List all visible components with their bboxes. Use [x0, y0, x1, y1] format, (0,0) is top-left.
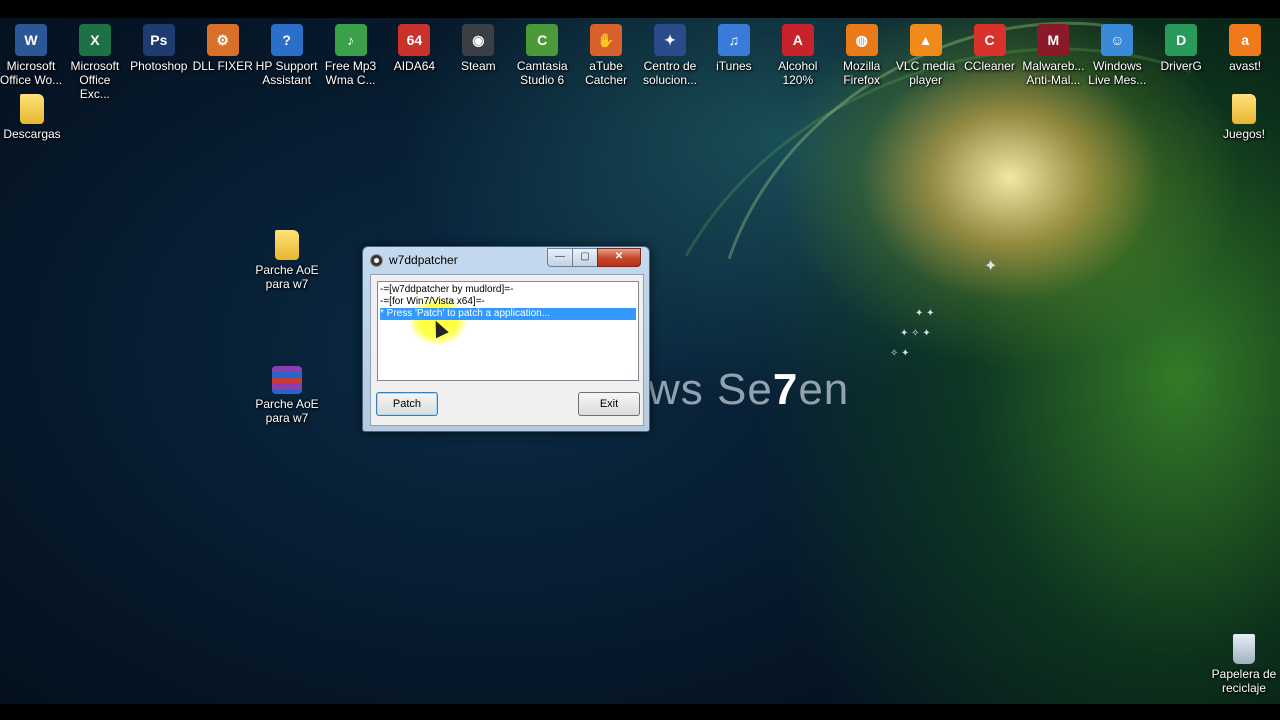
desktop-icon-label: AIDA64 — [393, 59, 436, 73]
title-bar[interactable]: w7ddpatcher — ▢ ✕ — [363, 247, 649, 273]
live-messenger-icon: ☺ — [1101, 24, 1134, 56]
desktop-icon-label: Centro de solucion... — [642, 59, 698, 87]
maximize-button[interactable]: ▢ — [572, 248, 598, 267]
desktop-icon[interactable]: ? HP Support Assistant — [255, 24, 319, 87]
desktop-icon[interactable]: A Alcohol 120% — [766, 24, 830, 87]
desktop-icon[interactable]: D DriverG — [1149, 24, 1213, 73]
desktop-icon-parche-folder[interactable]: Parche AoE para w7 — [255, 230, 319, 291]
desktop-icon[interactable]: ♪ Free Mp3 Wma C... — [319, 24, 383, 87]
desktop-icon-label: VLC media player — [895, 59, 956, 87]
desktop-icon-label: Windows Live Mes... — [1088, 59, 1147, 87]
desktop-icon[interactable]: ☺ Windows Live Mes... — [1085, 24, 1149, 87]
window-client-area: -=[w7ddpatcher by mudlord]=- -=[for Win7… — [370, 274, 644, 426]
desktop-icon-label: Microsoft Office Wo... — [0, 59, 63, 87]
dll-fixer-icon: ⚙ — [206, 24, 239, 56]
close-button[interactable]: ✕ — [597, 248, 641, 267]
desktop-icon-recycle-bin[interactable]: Papelera de reciclaje — [1208, 634, 1280, 695]
desktop-icon[interactable]: ▲ VLC media player — [894, 24, 958, 87]
desktop-icon-label: Free Mp3 Wma C... — [324, 59, 377, 87]
desktop-icon-label: Microsoft Office Exc... — [70, 59, 120, 101]
exit-button[interactable]: Exit — [578, 392, 640, 416]
desktop-icon[interactable]: ◍ Mozilla Firefox — [830, 24, 894, 87]
excel-icon: X — [78, 24, 111, 56]
log-line-selected[interactable]: * Press 'Patch' to patch a application..… — [380, 308, 636, 320]
steam-icon: ◉ — [462, 24, 495, 56]
vlc-icon: ▲ — [909, 24, 942, 56]
avast-icon: a — [1229, 24, 1262, 56]
desktop-icon-descargas[interactable]: Descargas — [0, 94, 64, 141]
patch-button[interactable]: Patch — [376, 392, 438, 416]
desktop-icon-label: DLL FIXER — [192, 59, 253, 73]
wallpaper-sparkle: ✦ ✧ ✦ — [900, 328, 931, 339]
solutions-center-icon: ✦ — [654, 24, 686, 56]
desktop-icon-label: Mozilla Firefox — [843, 59, 881, 87]
desktop-icon-label: DriverG — [1160, 59, 1202, 73]
desktop-icon-label: HP Support Assistant — [255, 59, 318, 87]
desktop-icon-label: Photoshop — [130, 59, 188, 73]
wallpaper-sparkle: ✦ — [984, 258, 998, 275]
desktop-icon[interactable]: ◉ Steam — [446, 24, 510, 73]
desktop-icon-label: Descargas — [3, 127, 61, 141]
desktop-icon-label: aTube Catcher — [585, 59, 628, 87]
driverg-icon: D — [1165, 24, 1198, 56]
word-icon: W — [15, 24, 47, 56]
desktop-icon[interactable]: X Microsoft Office Exc... — [63, 24, 127, 101]
malwarebytes-icon: M — [1037, 24, 1070, 56]
ccleaner-icon: C — [973, 24, 1006, 56]
wallpaper-logo-text: ws Se7en — [648, 365, 850, 414]
desktop-icon[interactable]: ✦ Centro de solucion... — [638, 24, 702, 87]
desktop-icon[interactable]: ✋ aTube Catcher — [574, 24, 638, 87]
desktop-icon-label: CCleaner — [964, 59, 1015, 73]
folder-icon — [20, 94, 44, 124]
winrar-archive-icon — [272, 366, 302, 394]
desktop-icon-label: Alcohol 120% — [778, 59, 818, 87]
desktop-icon-label: Juegos! — [1222, 127, 1266, 141]
alcohol-icon: A — [781, 24, 814, 56]
desktop-icon-label: Camtasia Studio 6 — [516, 59, 568, 87]
desktop-icon[interactable]: W Microsoft Office Wo... — [0, 24, 63, 87]
firefox-icon: ◍ — [845, 24, 878, 56]
wallpaper-sparkle: ✦ ✦ — [915, 308, 935, 319]
desktop-icon[interactable]: C CCleaner — [958, 24, 1022, 73]
folder-icon — [1232, 94, 1256, 124]
wallpaper-sparkle: ✧ ✦ — [890, 348, 910, 359]
log-line[interactable]: -=[for Win7/Vista x64]=- — [380, 296, 636, 308]
desktop-icon[interactable]: M Malwareb... Anti-Mal... — [1021, 24, 1085, 87]
mp3-converter-icon: ♪ — [334, 24, 367, 56]
folder-icon — [275, 230, 299, 260]
desktop-icon-label: Parche AoE para w7 — [255, 397, 319, 425]
desktop-icon-label: iTunes — [716, 59, 752, 73]
desktop-icon[interactable]: ⚙ DLL FIXER — [191, 24, 255, 73]
log-listbox[interactable]: -=[w7ddpatcher by mudlord]=- -=[for Win7… — [377, 281, 639, 381]
desktop-icon-label: Papelera de reciclaje — [1211, 667, 1277, 695]
desktop-icon[interactable]: ♫ iTunes — [702, 24, 766, 73]
desktop-icon-label: avast! — [1229, 59, 1262, 73]
minimize-button[interactable]: — — [547, 248, 573, 267]
desktop-icon[interactable]: 64 AIDA64 — [382, 24, 446, 73]
camtasia-icon: C — [526, 24, 559, 56]
window-title: w7ddpatcher — [389, 253, 458, 267]
desktop-icon[interactable]: Ps Photoshop — [127, 24, 191, 73]
w7ddpatcher-window[interactable]: w7ddpatcher — ▢ ✕ -=[w7ddpatcher by mudl… — [362, 246, 650, 432]
desktop-icon-label: Parche AoE para w7 — [255, 263, 319, 291]
itunes-icon: ♫ — [717, 24, 750, 56]
log-line[interactable]: -=[w7ddpatcher by mudlord]=- — [380, 284, 636, 296]
app-icon — [370, 254, 383, 267]
desktop-icon-juegos[interactable]: Juegos! — [1212, 94, 1276, 141]
desktop-icon-parche-rar[interactable]: Parche AoE para w7 — [255, 366, 319, 425]
desktop-icon[interactable]: C Camtasia Studio 6 — [510, 24, 574, 87]
hp-support-icon: ? — [270, 24, 303, 56]
aida64-icon: 64 — [398, 24, 431, 56]
desktop-icon-label: Malwareb... Anti-Mal... — [1022, 59, 1085, 87]
recycle-bin-icon — [1233, 634, 1255, 664]
atube-catcher-icon: ✋ — [590, 24, 623, 56]
desktop-icon-label: Steam — [460, 59, 496, 73]
desktop-icon[interactable]: a avast! — [1213, 24, 1277, 73]
photoshop-icon: Ps — [142, 24, 175, 56]
